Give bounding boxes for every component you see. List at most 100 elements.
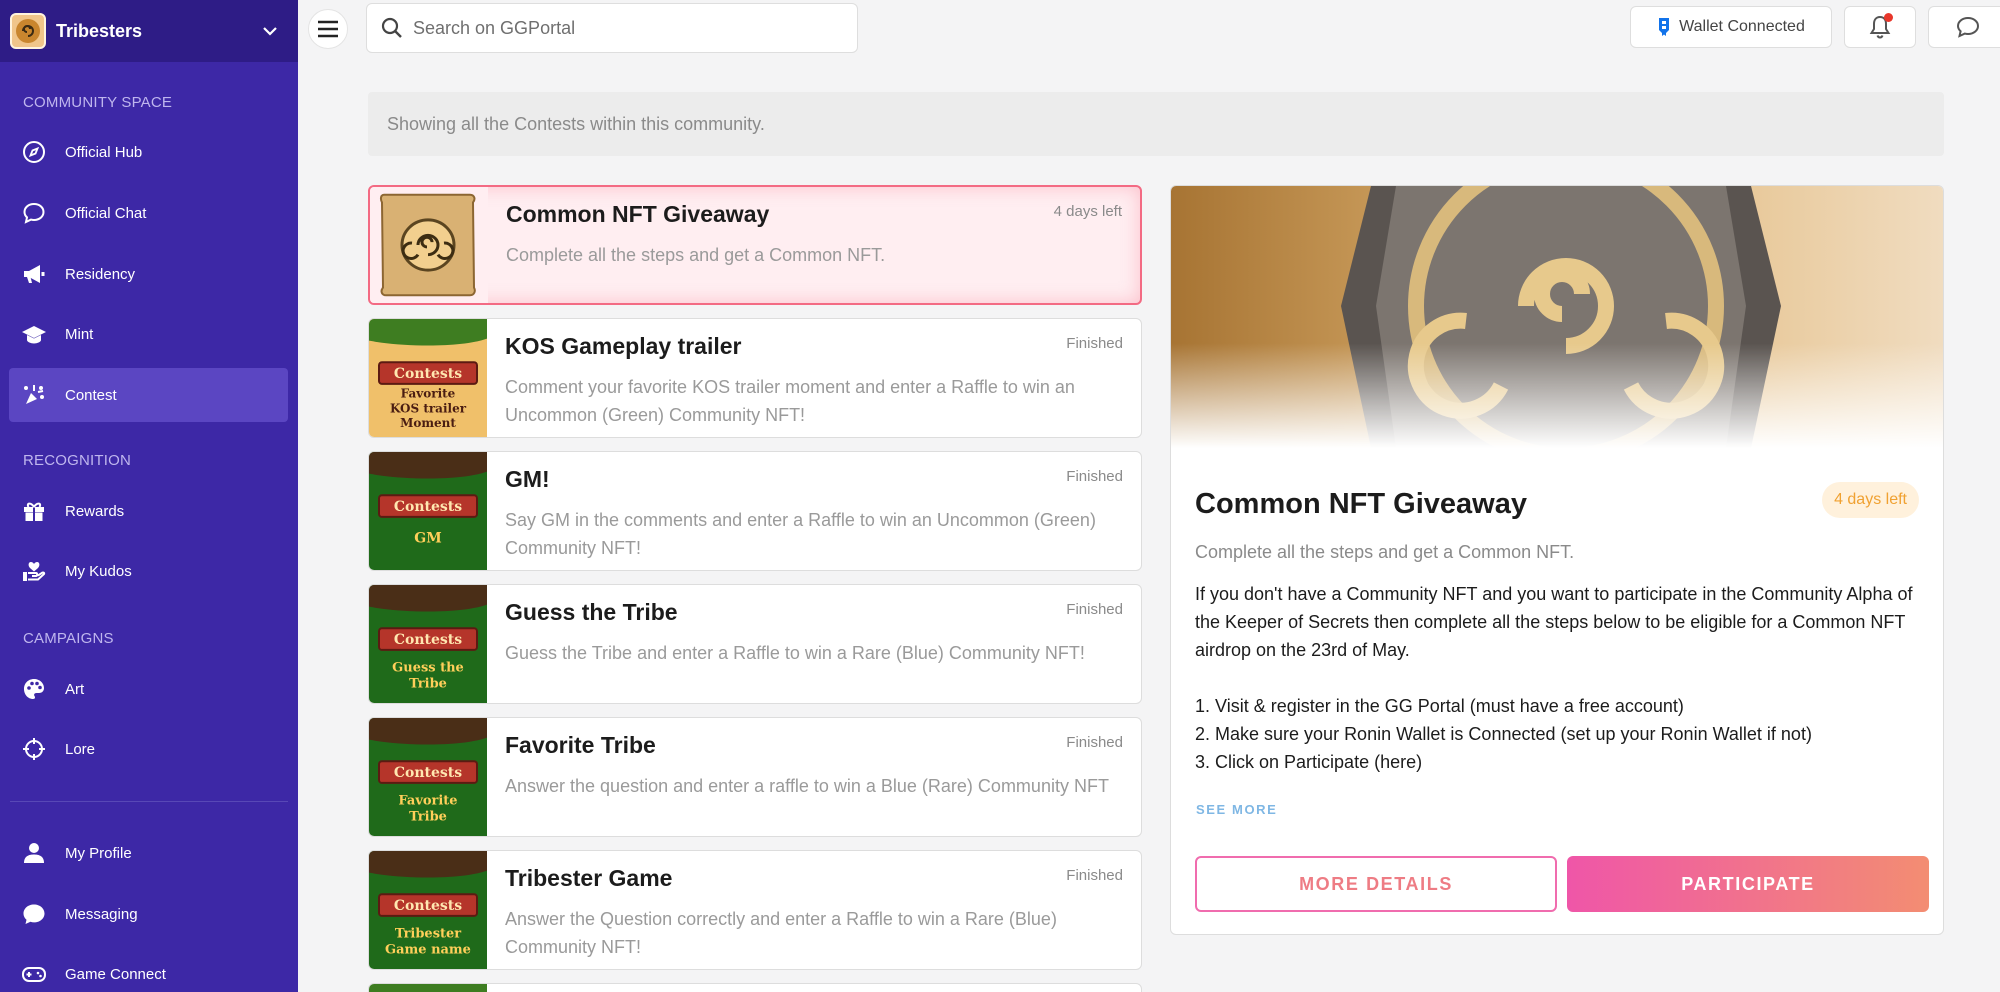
- contest-title: Favorite Tribe: [505, 732, 656, 758]
- sidebar-item-label: Official Hub: [65, 143, 143, 161]
- sidebar-item-label: Contest: [65, 386, 117, 404]
- chat-button[interactable]: [1928, 6, 2000, 48]
- svg-text:KOS trailer: KOS trailer: [390, 402, 467, 416]
- contest-status: Finished: [1066, 867, 1123, 884]
- sidebar-item-label: Official Chat: [65, 204, 147, 222]
- ronin-wallet-icon: [1659, 18, 1670, 36]
- scroll-thumbnail: [370, 187, 488, 303]
- gift-icon: [24, 502, 44, 521]
- sidebar-item-label: Lore: [65, 740, 96, 758]
- detail-steps: 1. Visit & register in the GG Portal (mu…: [1195, 692, 1812, 776]
- svg-text:Favorite: Favorite: [401, 387, 456, 401]
- svg-text:Game name: Game name: [385, 942, 471, 957]
- gamepad-icon: [22, 967, 46, 982]
- contest-banner-image: [1171, 186, 1943, 448]
- section-community-space: COMMUNITY SPACE: [23, 94, 173, 111]
- wallet-status-label: Wallet Connected: [1679, 18, 1805, 35]
- person-icon: [24, 843, 44, 863]
- contest-title: KOS Gameplay trailer: [505, 333, 742, 359]
- notification-dot: [1884, 13, 1893, 22]
- search-box[interactable]: [366, 3, 858, 53]
- wallet-connected-button[interactable]: Wallet Connected: [1630, 6, 1832, 48]
- sidebar-item-game-connect[interactable]: Game Connect: [9, 947, 288, 992]
- search-input[interactable]: [413, 17, 833, 39]
- sidebar-item-art[interactable]: Art: [9, 662, 288, 716]
- sidebar-item-my-profile[interactable]: My Profile: [9, 826, 288, 880]
- contest-status: Finished: [1066, 734, 1123, 751]
- sidebar-item-label: Art: [65, 680, 85, 698]
- chevron-down-icon[interactable]: [260, 21, 280, 41]
- contest-card[interactable]: Contests GM GM! Finished Say GM in the c…: [368, 451, 1142, 571]
- contest-description: Guess the Tribe and enter a Raffle to wi…: [505, 643, 1085, 663]
- sidebar-item-lore[interactable]: Lore: [9, 722, 288, 776]
- sidebar-item-residency[interactable]: Residency: [9, 247, 288, 301]
- contest-title: GM!: [505, 466, 550, 492]
- contest-card[interactable]: Contests Tribester Game name Tribester G…: [368, 850, 1142, 970]
- svg-text:Contests: Contests: [394, 499, 462, 515]
- search-icon: [381, 17, 402, 38]
- sidebar-item-my-kudos[interactable]: My Kudos: [9, 544, 288, 598]
- community-name: Tribesters: [56, 20, 143, 41]
- sidebar-item-contest[interactable]: Contest: [9, 368, 288, 422]
- contest-description: Complete all the steps and get a Common …: [506, 245, 886, 265]
- contest-card[interactable]: Common NFT Giveaway 4 days left Complete…: [368, 185, 1142, 305]
- crosshair-icon: [23, 738, 45, 760]
- contest-card[interactable]: Contests Favorite Tribe Favorite Tribe F…: [368, 717, 1142, 837]
- svg-text:GM: GM: [414, 531, 441, 547]
- contest-title: Guess the Tribe: [505, 599, 678, 625]
- contest-description: Comment your favorite KOS trailer moment…: [505, 377, 1075, 425]
- sidebar-item-label: Game Connect: [65, 965, 166, 983]
- palette-icon: [24, 679, 44, 699]
- sidebar-item-official-chat[interactable]: Official Chat: [9, 186, 288, 240]
- detail-subtitle: Complete all the steps and get a Common …: [1195, 542, 1575, 562]
- confetti-icon: [24, 385, 44, 404]
- sidebar-item-messaging[interactable]: Messaging: [9, 887, 288, 941]
- sidebar-item-official-hub[interactable]: Official Hub: [9, 125, 288, 179]
- see-more-link[interactable]: SEE MORE: [1196, 802, 1277, 817]
- contest-status: Finished: [1066, 335, 1123, 352]
- contest-card[interactable]: Contests Favorite KOS trailer Moment KOS…: [368, 318, 1142, 438]
- megaphone-icon: [24, 265, 45, 283]
- svg-text:Contests: Contests: [394, 898, 462, 914]
- participate-button[interactable]: PARTICIPATE: [1567, 856, 1929, 912]
- contest-status: Finished: [1066, 601, 1123, 618]
- contests-info-bar: Showing all the Contests within this com…: [368, 92, 1944, 156]
- sidebar-item-label: Residency: [65, 265, 136, 283]
- contest-status: Finished: [1066, 468, 1123, 485]
- step-item: 2. Make sure your Ronin Wallet is Connec…: [1195, 724, 1812, 744]
- detail-title: Common NFT Giveaway: [1195, 488, 1527, 520]
- contest-card[interactable]: Contests Guess the Tribe Guess the Tribe…: [368, 584, 1142, 704]
- chat-bubble-icon: [23, 202, 45, 224]
- contest-description: Answer the question and enter a raffle t…: [505, 776, 1109, 796]
- contest-thumbnail: Contests GM: [369, 452, 487, 570]
- contest-card[interactable]: [368, 983, 1142, 992]
- svg-text:Tribe: Tribe: [409, 809, 447, 824]
- sidebar-item-rewards[interactable]: Rewards: [9, 484, 288, 538]
- step-item: 1. Visit & register in the GG Portal (mu…: [1195, 696, 1684, 716]
- svg-text:Contests: Contests: [394, 632, 462, 648]
- sidebar-item-label: Rewards: [65, 502, 125, 520]
- hamburger-menu-button[interactable]: [308, 9, 348, 49]
- sidebar-item-label: Messaging: [65, 905, 138, 923]
- svg-text:Guess the: Guess the: [392, 661, 464, 676]
- sidebar-item-mint[interactable]: Mint: [9, 307, 288, 361]
- sidebar-item-label: My Kudos: [65, 562, 132, 580]
- sidebar: Tribesters COMMUNITY SPACE Official Hub …: [0, 0, 298, 992]
- graduation-cap-icon: [22, 326, 46, 344]
- contest-thumbnail: [369, 984, 487, 992]
- detail-body: If you don't have a Community NFT and yo…: [1195, 584, 1913, 660]
- svg-text:Tribester: Tribester: [395, 927, 461, 942]
- community-switcher[interactable]: Tribesters: [0, 0, 298, 62]
- contest-thumbnail: Contests Tribester Game name: [369, 851, 487, 969]
- svg-text:Favorite: Favorite: [398, 794, 457, 809]
- contest-thumbnail: Contests Favorite Tribe: [369, 718, 487, 836]
- step-item: 3. Click on Participate (here): [1195, 752, 1423, 772]
- top-bar: Wallet Connected: [298, 0, 2000, 62]
- time-left-badge: 4 days left: [1822, 482, 1919, 518]
- notifications-button[interactable]: [1844, 6, 1916, 48]
- section-campaigns: CAMPAIGNS: [23, 630, 114, 647]
- more-details-button[interactable]: MORE DETAILS: [1195, 856, 1557, 912]
- sidebar-divider: [10, 801, 288, 802]
- contest-title: Tribester Game: [505, 865, 673, 891]
- contest-description: Say GM in the comments and enter a Raffl…: [505, 510, 1096, 558]
